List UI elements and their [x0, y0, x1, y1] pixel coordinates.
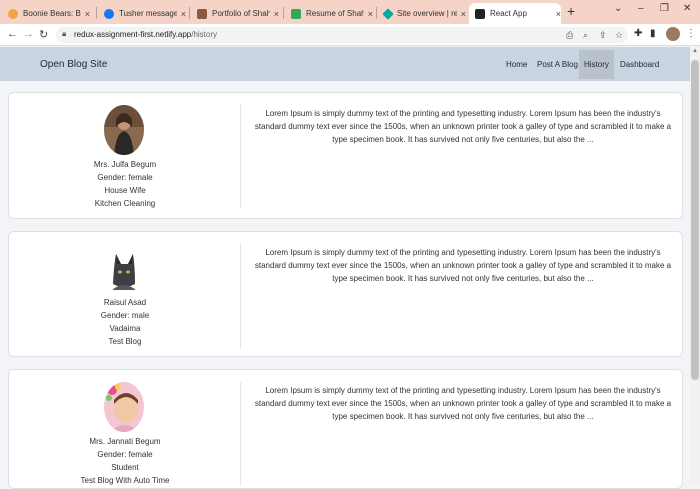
tab-title: Tusher messaged USA	[119, 9, 177, 18]
author-name: Raisul Asad	[103, 298, 147, 307]
minimize-window-icon[interactable]: –	[638, 3, 644, 14]
author-name: Mrs. Julfa Begum	[93, 160, 157, 169]
close-tab-icon[interactable]: ×	[461, 9, 466, 19]
blog-title[interactable]: Test Blog With Auto Time	[9, 476, 241, 485]
blog-excerpt: Lorem Ipsum is simply dummy text of the …	[254, 386, 672, 421]
author-gender: Gender: female	[97, 173, 153, 182]
lock-icon: 🔒︎	[62, 29, 67, 38]
tab-title: React App	[490, 9, 527, 18]
close-tab-icon[interactable]: ×	[85, 9, 90, 19]
author-avatar	[104, 244, 144, 294]
scroll-up-arrow-icon[interactable]: ▲	[692, 48, 698, 54]
google-drive-icon	[291, 8, 301, 19]
author-panel: Mrs. Julfa Begum Gender: female House Wi…	[9, 93, 241, 218]
url-text: redux-assignment-first.netlify.app/histo…	[74, 30, 217, 39]
tab-title: Portfolio of Shahid	[212, 9, 270, 18]
browser-tab-1[interactable]: Boonie Bears: Back to ×	[2, 3, 90, 24]
history-card: Mrs. Julfa Begum Gender: female House Wi…	[8, 92, 683, 219]
tab-title: Boonie Bears: Back to	[23, 9, 81, 18]
blog-excerpt: Lorem Ipsum is simply dummy text of the …	[254, 248, 672, 283]
browser-tab-2[interactable]: Tusher messaged USA ×	[98, 3, 186, 24]
card-divider	[240, 105, 241, 209]
install-app-icon[interactable]: ⎙	[566, 30, 573, 41]
profile-avatar[interactable]	[666, 27, 680, 41]
tab-title: Site overview | redux	[397, 9, 457, 18]
nav-history[interactable]: History	[579, 50, 614, 79]
site-navbar: Open Blog Site Home Post A Blog History …	[0, 47, 690, 81]
bookmark-star-icon[interactable]: ☆	[615, 30, 623, 41]
blog-title[interactable]: Kitchen Cleaning	[9, 199, 241, 208]
close-tab-icon[interactable]: ×	[274, 9, 279, 19]
side-panel-icon[interactable]: ▮	[650, 28, 656, 39]
nav-dashboard[interactable]: Dashboard	[620, 60, 659, 69]
close-window-icon[interactable]: ✕	[683, 3, 691, 14]
zoom-icon[interactable]: ⌕	[583, 30, 588, 41]
browser-tab-5[interactable]: Site overview | redux ×	[378, 3, 466, 24]
url-host: redux-assignment-first.netlify.app	[74, 30, 192, 39]
close-tab-icon[interactable]: ×	[368, 9, 373, 19]
browser-menu-icon[interactable]: ⋮	[686, 28, 696, 39]
netlify-icon	[382, 7, 394, 20]
reload-icon[interactable]: ↻	[39, 28, 48, 41]
site-brand[interactable]: Open Blog Site	[40, 59, 107, 70]
react-app-favicon-icon	[475, 8, 485, 19]
tab-search-chevron-icon[interactable]: ⌄	[614, 3, 622, 14]
tab-separator	[96, 7, 97, 19]
blog-title[interactable]: Test Blog	[9, 337, 241, 346]
share-icon[interactable]: ⇪	[599, 30, 607, 41]
new-tab-button[interactable]: +	[567, 3, 575, 19]
url-path: /history	[191, 30, 218, 39]
nav-home[interactable]: Home	[506, 60, 527, 69]
tab-title: Resume of Shahidul Is	[306, 9, 364, 18]
tab-separator	[376, 7, 377, 19]
address-bar[interactable]: 🔒︎ redux-assignment-first.netlify.app/hi…	[56, 27, 628, 43]
history-card: Mrs. Jannati Begum Gender: female Studen…	[8, 369, 683, 489]
blog-excerpt: Lorem Ipsum is simply dummy text of the …	[254, 109, 672, 144]
author-role: House Wife	[104, 186, 146, 195]
browser-tab-3[interactable]: Portfolio of Shahid ×	[191, 3, 279, 24]
scrollbar-thumb[interactable]	[691, 60, 699, 380]
author-gender: Gender: female	[97, 450, 153, 459]
nav-post-a-blog[interactable]: Post A Blog	[537, 60, 578, 69]
author-avatar	[104, 382, 144, 432]
extensions-puzzle-icon[interactable]: ✚	[634, 28, 642, 39]
tab-separator	[189, 7, 190, 19]
author-panel: Mrs. Jannati Begum Gender: female Studen…	[9, 370, 241, 488]
author-role: Vadaima	[109, 324, 141, 333]
tab-favicon-icon	[8, 8, 18, 19]
history-card: Raisul Asad Gender: male Vadaima Test Bl…	[8, 231, 683, 357]
facebook-icon	[104, 8, 114, 19]
forward-arrow-icon[interactable]: →	[23, 28, 34, 40]
card-divider	[240, 244, 241, 348]
browser-tab-6-active[interactable]: React App ×	[469, 3, 561, 24]
browser-tab-4[interactable]: Resume of Shahidul Is ×	[285, 3, 373, 24]
author-gender: Gender: male	[100, 311, 150, 320]
author-panel: Raisul Asad Gender: male Vadaima Test Bl…	[9, 232, 241, 356]
back-arrow-icon[interactable]: ←	[7, 28, 18, 40]
close-tab-icon[interactable]: ×	[556, 9, 561, 19]
maximize-window-icon[interactable]: ❐	[660, 3, 669, 14]
close-tab-icon[interactable]: ×	[181, 9, 186, 19]
tab-separator	[283, 7, 284, 19]
portfolio-favicon-icon	[197, 8, 207, 19]
author-name: Mrs. Jannati Begum	[89, 437, 161, 446]
author-avatar	[104, 105, 144, 155]
author-role: Student	[111, 463, 139, 472]
card-divider	[240, 382, 241, 486]
